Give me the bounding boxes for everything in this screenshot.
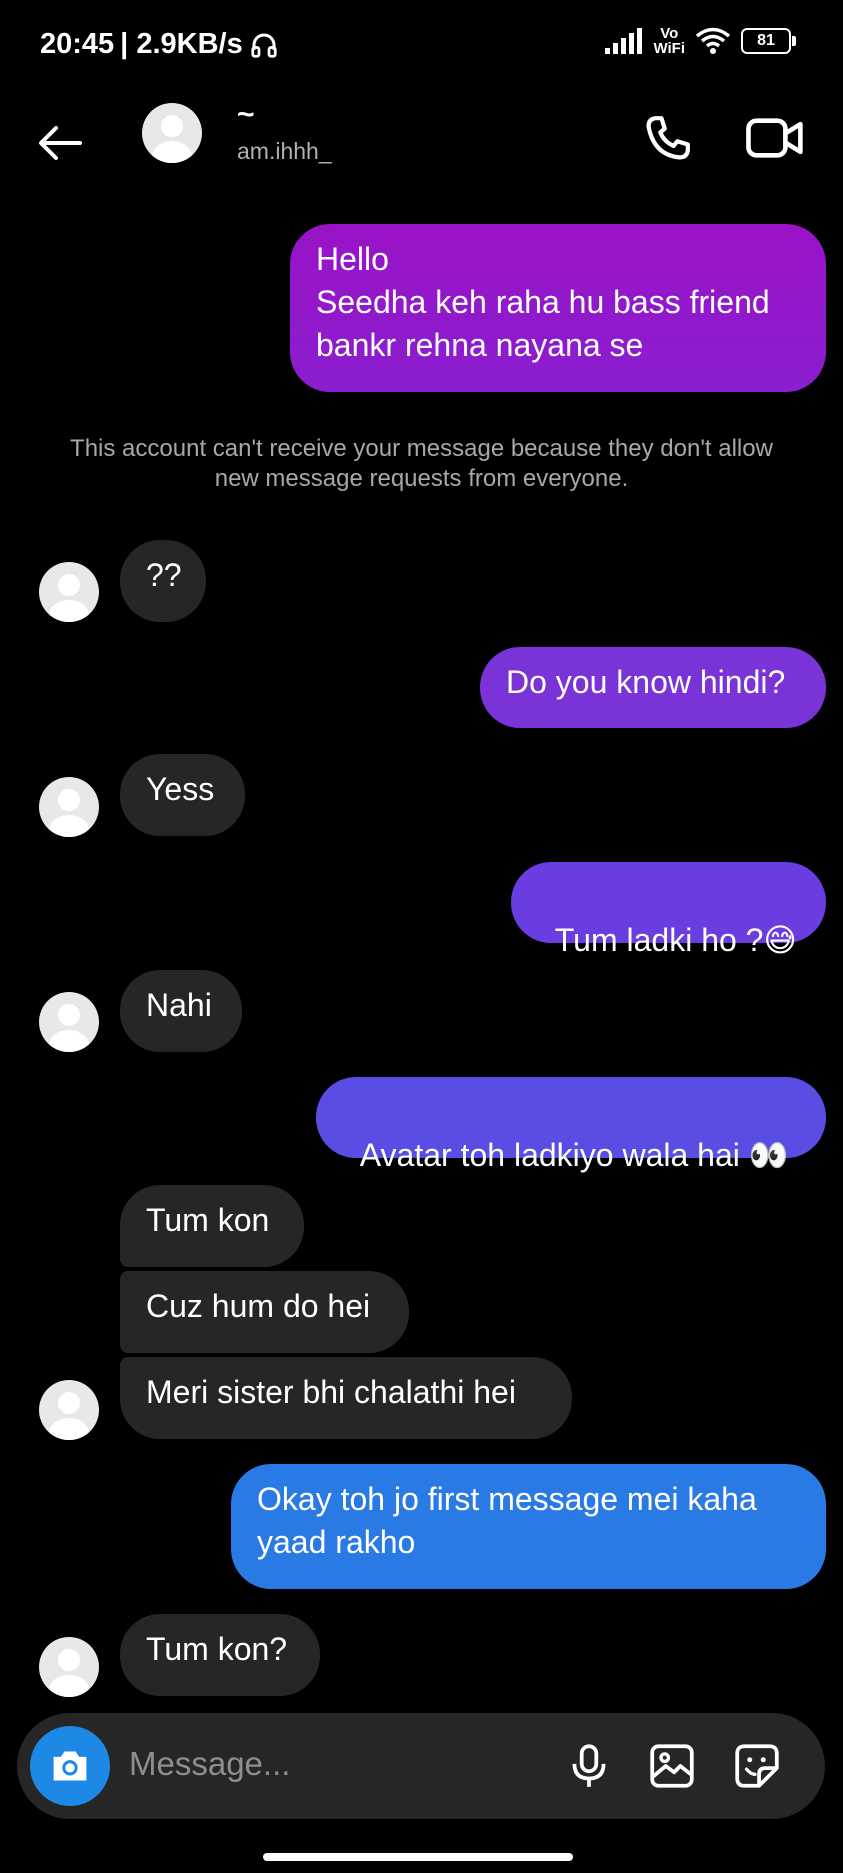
status-left: 20:45 | 2.9KB/s (40, 28, 279, 61)
volte-label: Vo WiFi (653, 26, 685, 56)
incoming-message[interactable]: Tum kon (120, 1185, 304, 1267)
signal-icon (605, 28, 643, 54)
outgoing-message[interactable]: Hello Seedha keh raha hu bass friend ban… (290, 224, 826, 392)
volte-top: Vo (660, 25, 679, 42)
contact-display-name[interactable]: ~ (237, 98, 255, 132)
sender-avatar[interactable] (39, 992, 99, 1052)
message-text: Avatar toh ladkiyo wala hai (359, 1137, 740, 1173)
video-camera-icon[interactable] (745, 110, 805, 166)
camera-icon (53, 1751, 87, 1781)
contact-avatar[interactable] (142, 103, 202, 163)
incoming-message[interactable]: Meri sister bhi chalathi hei (120, 1357, 572, 1439)
incoming-message[interactable]: Nahi (120, 970, 242, 1052)
eyes-emoji: 👀 (748, 1137, 789, 1173)
sender-avatar[interactable] (39, 777, 99, 837)
status-speed: | 2.9KB/s (120, 28, 243, 60)
sender-avatar[interactable] (39, 562, 99, 622)
status-bar: 20:45 | 2.9KB/s Vo WiFi 81 (0, 0, 843, 90)
battery-indicator: 81 (741, 28, 796, 54)
outgoing-message[interactable]: Avatar toh ladkiyo wala hai 👀 (316, 1077, 826, 1173)
sweat-smile-emoji: 😅 (763, 922, 797, 958)
volte-bottom: WiFi (653, 40, 685, 57)
sender-avatar[interactable] (39, 1380, 99, 1440)
incoming-message[interactable]: ?? (120, 540, 206, 622)
sender-avatar[interactable] (39, 1637, 99, 1697)
outgoing-message[interactable]: Do you know hindi? (480, 647, 826, 728)
outgoing-message[interactable]: Tum ladki ho ?😅 (511, 862, 826, 958)
home-indicator[interactable] (263, 1853, 573, 1861)
status-time: 20:45 (40, 28, 115, 60)
headphones-icon (251, 33, 277, 58)
phone-icon[interactable] (640, 110, 696, 166)
camera-button[interactable] (30, 1726, 110, 1806)
delivery-notice: This account can't receive your message … (70, 435, 773, 492)
gallery-icon[interactable] (647, 1741, 697, 1791)
incoming-message[interactable]: Yess (120, 754, 245, 836)
message-input[interactable]: Message... (129, 1745, 290, 1783)
status-right: Vo WiFi 81 (605, 26, 796, 56)
incoming-message[interactable]: Cuz hum do hei (120, 1271, 409, 1353)
message-composer: Message... (17, 1713, 825, 1819)
microphone-icon[interactable] (564, 1741, 614, 1791)
back-arrow-icon[interactable] (32, 115, 88, 171)
outgoing-message[interactable]: Okay toh jo first message mei kaha yaad … (231, 1464, 826, 1589)
battery-level: 81 (757, 32, 775, 49)
sticker-icon[interactable] (732, 1741, 782, 1791)
message-text: Tum ladki ho ? (554, 922, 764, 958)
chat-header: ~ am.ihhh_ (0, 90, 843, 220)
wifi-icon (695, 27, 731, 54)
contact-username[interactable]: am.ihhh_ (237, 138, 332, 165)
incoming-message[interactable]: Tum kon? (120, 1614, 320, 1696)
